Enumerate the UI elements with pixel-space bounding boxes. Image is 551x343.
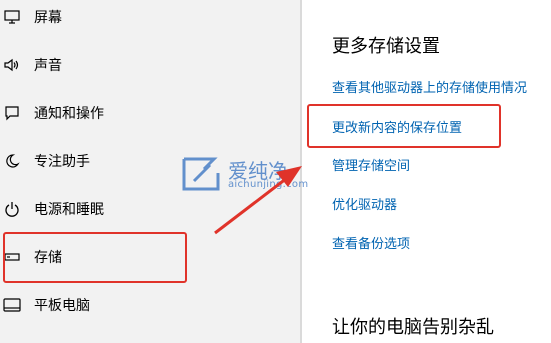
sidebar-item-power-sleep[interactable]: 电源和睡眠	[0, 189, 300, 229]
monitor-icon	[3, 8, 21, 26]
change-save-location-link[interactable]: 更改新内容的保存位置	[332, 117, 462, 136]
sidebar-item-display[interactable]: 屏幕	[0, 0, 300, 37]
optimize-drives-link[interactable]: 优化驱动器	[332, 194, 397, 213]
sidebar-item-storage[interactable]: 存储	[0, 237, 300, 277]
settings-sidebar: 屏幕 声音 通知和操作 专注助手 电源和睡眠 存储 平板电脑	[0, 0, 300, 343]
speaker-icon	[3, 56, 21, 74]
sidebar-item-label: 平板电脑	[34, 298, 90, 314]
tablet-icon	[3, 296, 21, 314]
sidebar-item-tablet[interactable]: 平板电脑	[0, 285, 300, 325]
sidebar-item-label: 专注助手	[34, 154, 90, 170]
sidebar-item-label: 屏幕	[34, 10, 62, 26]
declutter-pc-heading: 让你的电脑告别杂乱	[332, 317, 494, 338]
sidebar-item-focus-assist[interactable]: 专注助手	[0, 141, 300, 181]
moon-icon	[3, 152, 21, 170]
sidebar-item-label: 电源和睡眠	[34, 202, 104, 218]
more-storage-settings-heading: 更多存储设置	[332, 36, 440, 57]
notification-icon	[3, 104, 21, 122]
storage-settings-pane: 更多存储设置 查看其他驱动器上的存储使用情况 更改新内容的保存位置 管理存储空间…	[302, 0, 551, 343]
view-backup-options-link[interactable]: 查看备份选项	[332, 233, 410, 252]
view-other-drives-link[interactable]: 查看其他驱动器上的存储使用情况	[332, 77, 527, 96]
storage-icon	[3, 248, 21, 266]
sidebar-item-notifications[interactable]: 通知和操作	[0, 93, 300, 133]
sidebar-item-label: 通知和操作	[34, 106, 104, 122]
power-icon	[3, 200, 21, 218]
sidebar-item-label: 声音	[34, 58, 62, 74]
manage-storage-spaces-link[interactable]: 管理存储空间	[332, 155, 410, 174]
sidebar-item-sound[interactable]: 声音	[0, 45, 300, 85]
sidebar-item-label: 存储	[34, 250, 62, 266]
